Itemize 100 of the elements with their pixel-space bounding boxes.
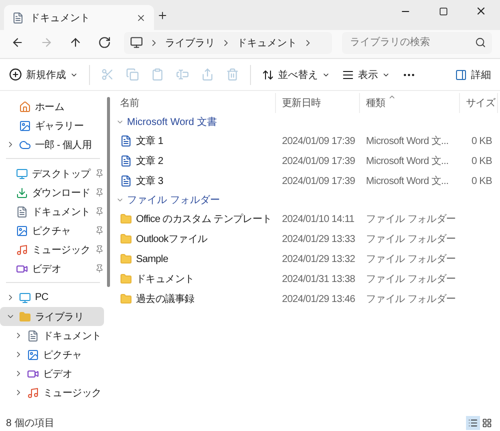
sidebar-item[interactable]: ビデオ xyxy=(0,259,104,278)
share-icon xyxy=(201,68,214,81)
folder-icon xyxy=(120,213,132,225)
type-cell-text: ファイル フォルダー xyxy=(365,213,457,226)
document-icon xyxy=(27,330,39,342)
folder-icon xyxy=(120,253,132,265)
list-icon xyxy=(468,418,478,428)
cloud-icon xyxy=(19,138,31,150)
file-name[interactable]: 文章 3 xyxy=(114,174,276,188)
plus-icon xyxy=(157,10,168,20)
monitor-icon xyxy=(19,292,31,304)
item-count: 8 個の項目 xyxy=(6,416,56,430)
rename-icon xyxy=(176,68,189,81)
cut-icon xyxy=(101,68,114,81)
word-file-icon xyxy=(120,175,132,187)
grid-icon xyxy=(482,418,492,428)
sidebar-item[interactable]: ミュージック xyxy=(0,383,104,402)
date-cell-text: 2024/01/10 14:11 xyxy=(281,214,356,224)
music-icon xyxy=(27,386,39,398)
sort-caret-icon xyxy=(388,93,396,101)
sidebar-item[interactable]: ドキュメント xyxy=(0,326,104,345)
column-header[interactable]: 種類 xyxy=(360,93,460,113)
new-button[interactable]: 新規作成 xyxy=(4,64,83,86)
type-cell-text: ファイル フォルダー xyxy=(365,253,457,266)
details-button[interactable]: 詳細 xyxy=(450,64,496,86)
chevron-right-icon[interactable] xyxy=(6,293,15,302)
refresh-icon xyxy=(98,36,111,49)
back-icon xyxy=(11,36,24,49)
date-cell-text: 2024/01/09 17:39 xyxy=(281,176,356,186)
sort-button[interactable]: 並べ替え xyxy=(257,64,335,86)
document-icon xyxy=(12,12,24,24)
file-name[interactable]: Office のカスタム テンプレート xyxy=(114,212,276,226)
sort-icon xyxy=(262,68,274,80)
chevron-down-icon xyxy=(116,118,124,126)
sidebar-item[interactable]: ビデオ xyxy=(0,364,104,383)
close-icon[interactable] xyxy=(136,12,146,22)
folder-icon xyxy=(19,310,31,322)
group-header[interactable]: ファイル フォルダー xyxy=(114,191,222,209)
chevron-right-icon[interactable] xyxy=(14,388,23,397)
group-header[interactable]: Microsoft Word 文書 xyxy=(114,113,219,131)
chevron-right-icon[interactable] xyxy=(14,350,23,359)
search-icon xyxy=(475,36,486,48)
breadcrumb-item[interactable]: ライブラリ xyxy=(165,36,215,50)
sidebar-item[interactable]: ホーム xyxy=(0,97,104,116)
type-cell-text: Microsoft Word 文... xyxy=(365,134,450,148)
chevron-down-icon xyxy=(116,196,124,204)
search-field[interactable]: ライブラリの検索 xyxy=(342,32,492,54)
sidebar-item[interactable]: 一郎 - 個人用 xyxy=(0,135,104,154)
list-view-button[interactable] xyxy=(466,416,480,430)
size-cell-text: 0 KB xyxy=(470,156,493,166)
home-icon xyxy=(19,100,31,112)
file-name[interactable]: ドキュメント xyxy=(114,272,276,286)
sidebar-item[interactable]: ギャラリー xyxy=(0,116,104,135)
file-name[interactable]: 文章 2 xyxy=(114,154,276,168)
delete-icon xyxy=(226,68,239,81)
date-cell-text: 2024/01/29 13:33 xyxy=(281,234,356,244)
sidebar-item[interactable]: デスクトップ xyxy=(0,164,104,183)
picture-icon xyxy=(27,348,39,360)
sidebar-item[interactable]: ピクチャ xyxy=(0,221,104,240)
file-name[interactable]: Sample xyxy=(114,253,276,265)
breadcrumb-item[interactable]: ドキュメント xyxy=(237,36,297,50)
address-bar[interactable]: ライブラリ ドキュメント xyxy=(124,32,332,54)
date-cell-text: 2024/01/29 13:46 xyxy=(281,294,356,304)
copy-icon xyxy=(126,68,139,81)
chevron-right-icon[interactable] xyxy=(6,140,15,149)
size-cell-text: 0 KB xyxy=(470,176,493,186)
document-icon xyxy=(16,206,28,218)
file-name[interactable]: Outlookファイル xyxy=(114,232,276,246)
sidebar-item[interactable]: ミュージック xyxy=(0,240,104,259)
close-icon xyxy=(475,5,487,17)
sidebar-item[interactable]: ドキュメント xyxy=(0,202,104,221)
date-cell-text: 2024/01/31 13:38 xyxy=(281,274,356,284)
sidebar-item[interactable]: ダウンロード xyxy=(0,183,104,202)
forward-icon xyxy=(40,36,53,49)
chevron-down-icon[interactable] xyxy=(6,312,15,321)
folder-icon xyxy=(120,233,132,245)
file-name[interactable]: 文章 1 xyxy=(114,134,276,148)
folder-icon xyxy=(120,273,132,285)
column-header[interactable]: サイズ xyxy=(460,93,498,113)
type-cell-text: ファイル フォルダー xyxy=(365,233,457,246)
up-icon xyxy=(69,36,82,49)
monitor-icon xyxy=(130,36,143,49)
sidebar-item[interactable]: ライブラリ xyxy=(0,307,104,326)
scrollbar[interactable] xyxy=(107,97,110,287)
folder-icon xyxy=(120,293,132,305)
chevron-right-icon[interactable] xyxy=(14,369,23,378)
file-name[interactable]: 過去の議事録 xyxy=(114,292,276,306)
plus-circle-icon xyxy=(9,68,22,81)
type-cell-text: Microsoft Word 文... xyxy=(365,174,450,188)
column-header[interactable]: 名前 xyxy=(114,93,276,113)
column-header[interactable]: 更新日時 xyxy=(276,93,360,113)
sidebar-item[interactable]: PC xyxy=(0,288,104,307)
view-button[interactable]: 表示 xyxy=(337,64,395,86)
download-icon xyxy=(16,186,28,198)
chevron-right-icon[interactable] xyxy=(14,331,23,340)
tab[interactable]: ドキュメント xyxy=(4,5,154,30)
date-cell-text: 2024/01/29 13:32 xyxy=(281,254,356,264)
panel-icon xyxy=(455,68,467,80)
sidebar-item[interactable]: ピクチャ xyxy=(0,345,104,364)
lines-icon xyxy=(342,68,354,80)
